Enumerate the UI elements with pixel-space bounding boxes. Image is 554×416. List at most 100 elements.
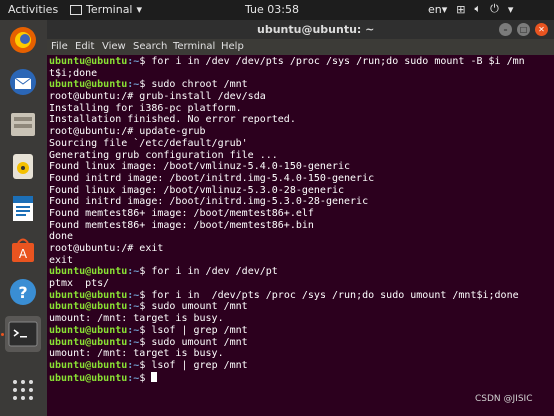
- terminal-line: ubuntu@ubuntu:~$ for i in /dev /dev/pt: [49, 266, 552, 278]
- terminal-line: ubuntu@ubuntu:~$ sudo chroot /mnt: [49, 79, 552, 91]
- terminal-window: ubuntu@ubuntu: ~ – □ ✕ File Edit View Se…: [47, 20, 554, 416]
- terminal-line: ubuntu@ubuntu:~$ lsof | grep /mnt: [49, 360, 552, 372]
- terminal-line: ubuntu@ubuntu:~$: [49, 371, 552, 384]
- prompt-user: ubuntu@ubuntu: [49, 266, 128, 278]
- chevron-down-icon: ▾: [136, 3, 143, 16]
- prompt-user: ubuntu@ubuntu: [49, 336, 128, 348]
- line-text: Found initrd image: /boot/initrd.img-5.3…: [49, 196, 369, 208]
- lang-indicator[interactable]: en▾: [428, 3, 447, 16]
- terminal-small-icon: [70, 4, 82, 15]
- dock: A ?: [0, 20, 47, 416]
- terminal-line: Found linux image: /boot/vmlinuz-5.3.0-2…: [49, 185, 552, 197]
- terminal-line: Found initrd image: /boot/initrd.img-5.3…: [49, 196, 552, 208]
- line-text: $ for i in /dev /dev/pt: [139, 266, 278, 278]
- system-tray[interactable]: en▾ ⊞ 🔈︎ ⏻ ▾: [428, 2, 513, 16]
- terminal-line: umount: /mnt: target is busy.: [49, 313, 552, 325]
- menu-search[interactable]: Search: [133, 41, 167, 52]
- text-cursor: [151, 371, 158, 382]
- line-text: Installation finished. No error reported…: [49, 114, 296, 126]
- minimize-button[interactable]: –: [499, 23, 512, 36]
- lang-label: en: [428, 2, 442, 16]
- terminal-line: ubuntu@ubuntu:~$ for i in /dev/pts /proc…: [49, 290, 552, 302]
- terminal-line: Found memtest86+ image: /boot/memtest86+…: [49, 208, 552, 220]
- terminal-line: Installation finished. No error reported…: [49, 114, 552, 126]
- help-icon[interactable]: ?: [5, 274, 41, 310]
- line-text: Found linux image: /boot/vmlinuz-5.4.0-1…: [49, 161, 351, 173]
- terminal-line: ubuntu@ubuntu:~$ lsof | grep /mnt: [49, 325, 552, 337]
- terminal-line: Found initrd image: /boot/initrd.img-5.4…: [49, 173, 552, 185]
- window-title: ubuntu@ubuntu: ~: [257, 23, 375, 36]
- activities-button[interactable]: Activities: [8, 3, 58, 16]
- prompt-user: ubuntu@ubuntu: [49, 56, 128, 67]
- apps-grid-icon[interactable]: [5, 372, 41, 408]
- line-text: Installing for i386-pc platform.: [49, 102, 242, 114]
- prompt-path: :~: [127, 79, 140, 91]
- menu-file[interactable]: File: [51, 41, 68, 52]
- writer-icon[interactable]: [5, 190, 41, 226]
- network-icon: ⊞: [456, 2, 466, 16]
- line-text: root@ubuntu:/# grub-install /dev/sda: [49, 91, 266, 103]
- terminal-output[interactable]: ubuntu@ubuntu:~$ for i in /dev /dev/pts …: [49, 56, 552, 414]
- terminal-line: Found memtest86+ image: /boot/memtest86+…: [49, 220, 552, 232]
- line-text: $ sudo chroot /mnt: [139, 79, 248, 91]
- line-text: done: [49, 231, 74, 243]
- window-titlebar[interactable]: ubuntu@ubuntu: ~ – □ ✕: [47, 20, 554, 39]
- line-text: $ sudo umount /mnt: [139, 336, 248, 348]
- line-text: $ for i in /dev /dev/pts /proc /sys /run…: [139, 56, 525, 67]
- line-text: $ sudo umount /mnt: [139, 301, 248, 313]
- line-text: umount: /mnt: target is busy.: [49, 313, 224, 325]
- prompt-user: ubuntu@ubuntu: [49, 289, 128, 301]
- menu-help[interactable]: Help: [221, 41, 244, 52]
- line-text: t$i;done: [49, 67, 98, 79]
- prompt-path: :~: [127, 359, 140, 371]
- volume-icon: 🔈︎: [474, 2, 482, 15]
- prompt-user: ubuntu@ubuntu: [49, 359, 128, 371]
- terminal-line: t$i;done: [49, 68, 552, 80]
- svg-text:?: ?: [18, 283, 27, 302]
- terminal-line: root@ubuntu:/# grub-install /dev/sda: [49, 91, 552, 103]
- terminal-line: exit: [49, 255, 552, 267]
- app-menu-label: Terminal: [86, 3, 133, 16]
- prompt-path: :~: [127, 289, 140, 301]
- line-text: umount: /mnt: target is busy.: [49, 348, 224, 360]
- terminal-line: root@ubuntu:/# exit: [49, 243, 552, 255]
- line-text: Found initrd image: /boot/initrd.img-5.4…: [49, 172, 375, 184]
- terminal-line: umount: /mnt: target is busy.: [49, 348, 552, 360]
- terminal-line: ptmx pts/: [49, 278, 552, 290]
- maximize-button[interactable]: □: [517, 23, 530, 36]
- line-text: Found memtest86+ image: /boot/memtest86+…: [49, 219, 314, 231]
- terminal-line: Found linux image: /boot/vmlinuz-5.4.0-1…: [49, 161, 552, 173]
- chevron-down-icon: ▾: [441, 2, 448, 16]
- line-text: Generating grub configuration file ...: [49, 149, 278, 161]
- line-text: exit: [49, 254, 74, 266]
- app-menu[interactable]: Terminal ▾: [70, 3, 142, 16]
- software-icon[interactable]: A: [5, 232, 41, 268]
- prompt-path: :~: [127, 324, 140, 336]
- chevron-down-icon: ▾: [507, 2, 514, 16]
- terminal-line: ubuntu@ubuntu:~$ for i in /dev /dev/pts …: [49, 56, 552, 68]
- menu-edit[interactable]: Edit: [75, 41, 94, 52]
- line-text: $ lsof | grep /mnt: [139, 359, 248, 371]
- line-text: $: [139, 372, 152, 384]
- files-icon[interactable]: [5, 106, 41, 142]
- line-text: $ lsof | grep /mnt: [139, 324, 248, 336]
- close-button[interactable]: ✕: [535, 23, 548, 36]
- rhythmbox-icon[interactable]: [5, 148, 41, 184]
- prompt-path: :~: [127, 336, 140, 348]
- clock[interactable]: Tue 03:58: [245, 3, 299, 16]
- power-icon: ⏻: [490, 2, 499, 15]
- line-text: ptmx pts/: [49, 278, 110, 290]
- menu-terminal[interactable]: Terminal: [173, 41, 215, 52]
- terminal-line: Sourcing file `/etc/default/grub': [49, 138, 552, 150]
- thunderbird-icon[interactable]: [5, 64, 41, 100]
- prompt-path: :~: [127, 266, 140, 278]
- menu-view[interactable]: View: [102, 41, 126, 52]
- prompt-path: :~: [127, 301, 140, 313]
- firefox-icon[interactable]: [5, 22, 41, 58]
- prompt-user: ubuntu@ubuntu: [49, 372, 128, 384]
- terminal-icon[interactable]: [5, 316, 41, 352]
- terminal-line: ubuntu@ubuntu:~$ sudo umount /mnt: [49, 337, 552, 349]
- line-text: root@ubuntu:/# update-grub: [49, 126, 206, 138]
- terminal-line: Installing for i386-pc platform.: [49, 103, 552, 115]
- top-bar: Activities Terminal ▾ Tue 03:58 en▾ ⊞ 🔈︎…: [0, 0, 554, 20]
